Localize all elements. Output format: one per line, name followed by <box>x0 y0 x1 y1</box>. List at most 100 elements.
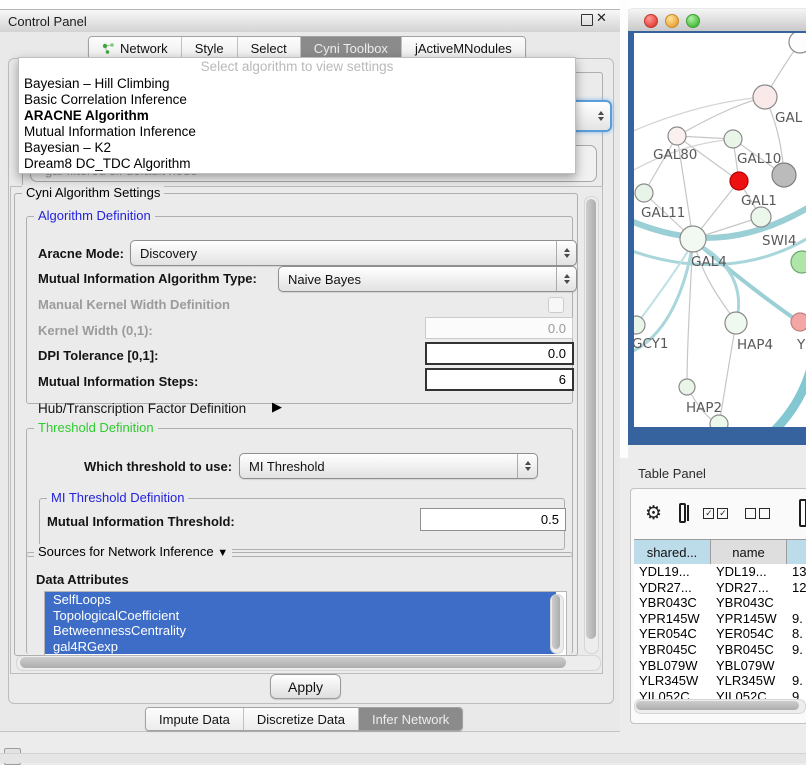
network-node[interactable] <box>724 130 742 148</box>
network-graph[interactable]: GALGAL80GAL10GAL1GAL11SWI4GAL4GCY1HAP4YH… <box>634 33 806 427</box>
zoom-traffic-light-icon[interactable] <box>686 14 700 28</box>
float-window-icon[interactable] <box>581 14 593 26</box>
tab-cyni-toolbox[interactable]: Cyni Toolbox <box>300 37 401 59</box>
attr-list-scrollbar-thumb[interactable] <box>552 595 560 649</box>
data-attribute-item[interactable]: TopologicalCoefficient <box>45 608 556 624</box>
mi-threshold-field[interactable]: 0.5 <box>420 508 566 531</box>
tab-jactivemnodules[interactable]: jActiveMNodules <box>401 37 525 59</box>
network-node[interactable] <box>751 207 771 227</box>
which-threshold-value: MI Threshold <box>249 459 325 474</box>
table-row[interactable]: YBR045CYBR045C9. <box>634 642 806 658</box>
mi-threshold-value: 0.5 <box>541 512 559 527</box>
table-cell: YBL079W <box>711 658 787 674</box>
table-cell: YLR345W <box>711 673 787 689</box>
column-header-shared[interactable]: shared... <box>634 540 711 564</box>
manual-kernel-label: Manual Kernel Width Definition <box>38 297 230 312</box>
node-label: GAL1 <box>741 193 777 209</box>
network-node[interactable] <box>668 127 686 145</box>
network-window-titlebar[interactable] <box>628 8 806 33</box>
select-all-icon[interactable]: ✓✓ <box>703 508 728 519</box>
tab-style[interactable]: Style <box>181 37 237 59</box>
algorithm-option[interactable]: Mutual Information Inference <box>19 124 575 140</box>
node-label: SWI4 <box>762 233 797 249</box>
kernel-width-field[interactable]: 0.0 <box>425 317 573 339</box>
tab-discretize-data[interactable]: Discretize Data <box>243 708 358 730</box>
tab-infer-network[interactable]: Infer Network <box>358 708 462 730</box>
table-hscrollbar-thumb[interactable] <box>636 701 799 710</box>
table-row[interactable]: YDR27...YDR27...12 <box>634 580 806 596</box>
algorithm-option[interactable]: Dream8 DC_TDC Algorithm <box>19 156 575 172</box>
table-cell: 9. <box>787 689 806 699</box>
mi-steps-field[interactable]: 6 <box>425 368 574 391</box>
column-header-name[interactable]: name <box>711 540 787 564</box>
algorithm-option[interactable]: Bayesian – Hill Climbing <box>19 76 575 92</box>
data-attribute-item[interactable]: gal4RGexp <box>45 639 556 655</box>
table-row[interactable]: YBR043CYBR043C <box>634 595 806 611</box>
mi-threshold-definition-title: MI Threshold Definition <box>47 490 188 505</box>
network-node[interactable] <box>679 379 695 395</box>
document-icon[interactable] <box>799 499 806 527</box>
sources-group-title[interactable]: Sources for Network Inference ▼ <box>34 544 232 559</box>
network-canvas[interactable]: GALGAL80GAL10GAL1GAL11SWI4GAL4GCY1HAP4YH… <box>634 33 806 427</box>
network-node[interactable] <box>753 85 777 109</box>
table-row[interactable]: YIL052CYIL052C9. <box>634 689 806 699</box>
algorithm-option[interactable]: ARACNE Algorithm <box>19 108 575 124</box>
table-cell: 9. <box>787 611 806 627</box>
network-node[interactable] <box>635 184 653 202</box>
table-toolbar: ⚙ ✓✓ <box>631 495 806 531</box>
tab-select[interactable]: Select <box>237 37 300 59</box>
network-node[interactable] <box>680 226 706 252</box>
table-cell <box>787 595 806 611</box>
gear-icon[interactable]: ⚙ <box>645 504 662 523</box>
column-header[interactable] <box>787 540 806 564</box>
data-attribute-item[interactable]: SelfLoops <box>45 592 556 608</box>
data-attributes-list[interactable]: SelfLoopsTopologicalCoefficientBetweenne… <box>44 591 567 656</box>
vertical-scrollbar-thumb[interactable] <box>586 199 596 639</box>
table-row[interactable]: YLR345WYLR345W9. <box>634 673 806 689</box>
dpi-tolerance-label: DPI Tolerance [0,1]: <box>38 348 158 363</box>
expand-right-icon[interactable]: ▶ <box>272 399 282 415</box>
table-cell: 9. <box>787 642 806 658</box>
network-node[interactable] <box>634 316 645 334</box>
algorithm-option[interactable]: Bayesian – K2 <box>19 140 575 156</box>
table-cell: YDL19... <box>711 564 787 580</box>
manual-kernel-checkbox[interactable] <box>548 297 564 313</box>
network-edge[interactable] <box>644 136 677 193</box>
threshold-definition-title: Threshold Definition <box>34 420 158 435</box>
algorithm-option[interactable]: Basic Correlation Inference <box>19 92 575 108</box>
columns-icon[interactable] <box>679 503 686 523</box>
network-node[interactable] <box>791 251 806 273</box>
dpi-tolerance-field[interactable]: 0.0 <box>425 342 574 365</box>
kernel-width-value: 0.0 <box>548 321 566 336</box>
tab-impute-data[interactable]: Impute Data <box>146 708 243 730</box>
mi-type-combo[interactable]: Naive Bayes <box>278 266 577 292</box>
aracne-mode-combo[interactable]: Discovery <box>130 240 577 266</box>
which-threshold-combo[interactable]: MI Threshold <box>239 453 538 479</box>
network-edge[interactable] <box>693 239 736 323</box>
dpi-tolerance-value: 0.0 <box>548 346 566 361</box>
combo-arrows-icon <box>517 454 537 478</box>
table-row[interactable]: YER054CYER054C8. <box>634 626 806 642</box>
network-node[interactable] <box>730 172 748 190</box>
network-node[interactable] <box>789 33 806 53</box>
close-traffic-light-icon[interactable] <box>644 14 658 28</box>
mi-steps-value: 6 <box>559 372 566 387</box>
table-row[interactable]: YBL079WYBL079W <box>634 658 806 674</box>
bottom-tab-bar: Impute DataDiscretize DataInfer Network <box>145 707 463 731</box>
network-node[interactable] <box>710 415 728 427</box>
sources-title-text: Sources for Network Inference <box>38 544 214 559</box>
close-icon[interactable]: ✕ <box>596 10 607 26</box>
deselect-all-icon[interactable] <box>745 508 770 519</box>
network-node[interactable] <box>791 313 806 331</box>
table-row[interactable]: YPR145WYPR145W9. <box>634 611 806 627</box>
table-row[interactable]: YDL19...YDL19...13 <box>634 564 806 580</box>
tab-network[interactable]: Network <box>89 37 181 59</box>
hub-definition-label[interactable]: Hub/Transcription Factor Definition <box>38 401 246 416</box>
minimize-traffic-light-icon[interactable] <box>665 14 679 28</box>
data-attribute-item[interactable]: BetweennessCentrality <box>45 623 556 639</box>
node-label: GAL10 <box>737 151 781 167</box>
network-node[interactable] <box>725 312 747 334</box>
table-cell: YBR043C <box>711 595 787 611</box>
horizontal-scrollbar-thumb[interactable] <box>20 657 566 668</box>
apply-button[interactable]: Apply <box>270 674 341 699</box>
